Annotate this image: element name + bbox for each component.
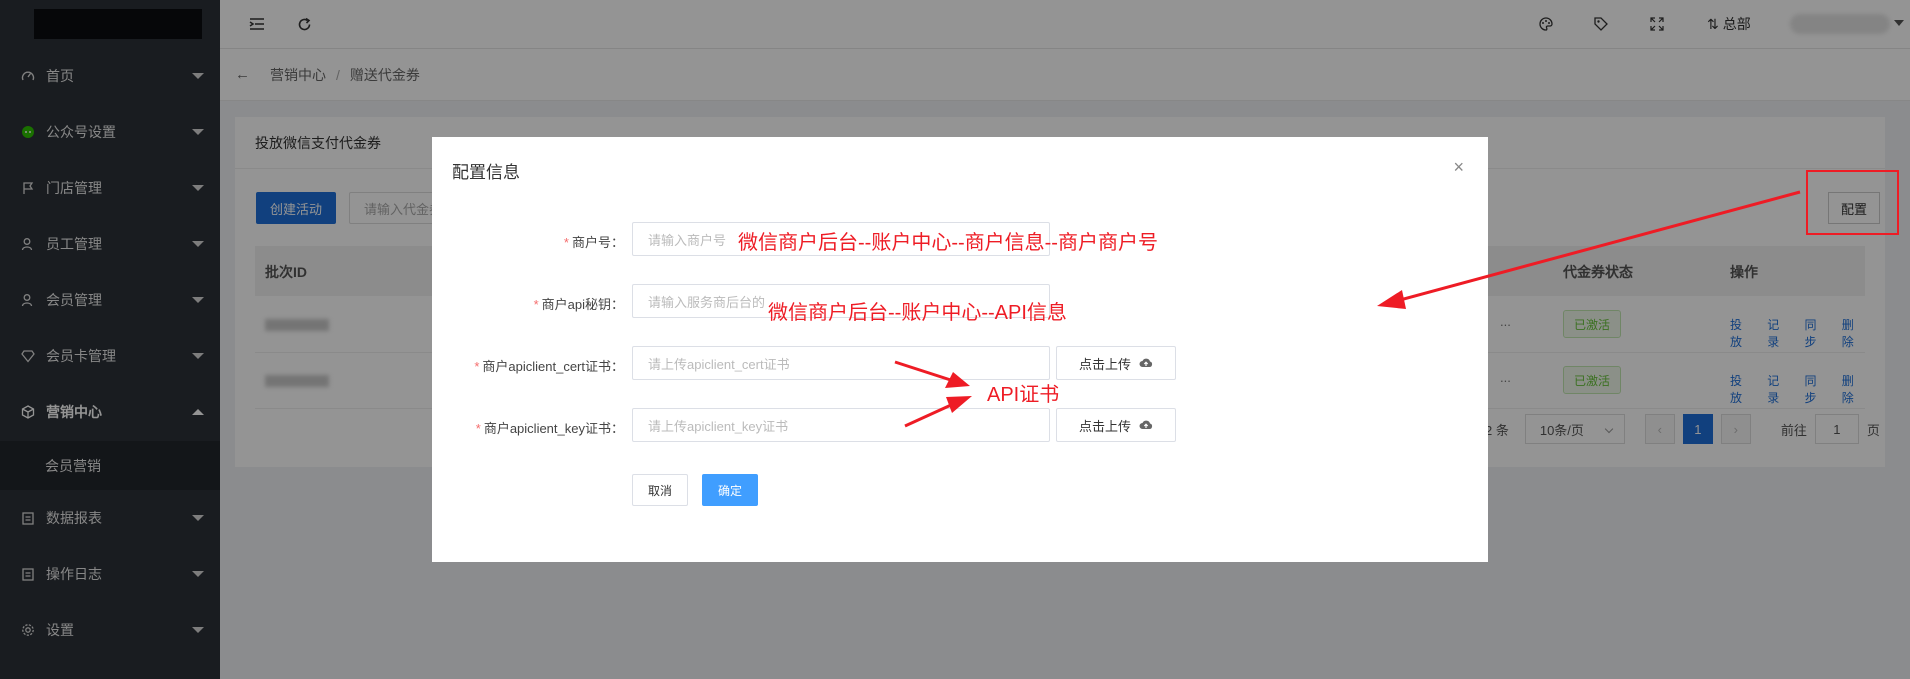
annotation-merchant-id: 微信商户后台--账户中心--商户信息--商户商户号 — [738, 232, 1158, 254]
annotation-cert: API证书 — [987, 384, 1060, 406]
annotation-arrows — [894, 190, 1801, 428]
annotation-api-key: 微信商户后台--账户中心--API信息 — [768, 302, 1067, 324]
